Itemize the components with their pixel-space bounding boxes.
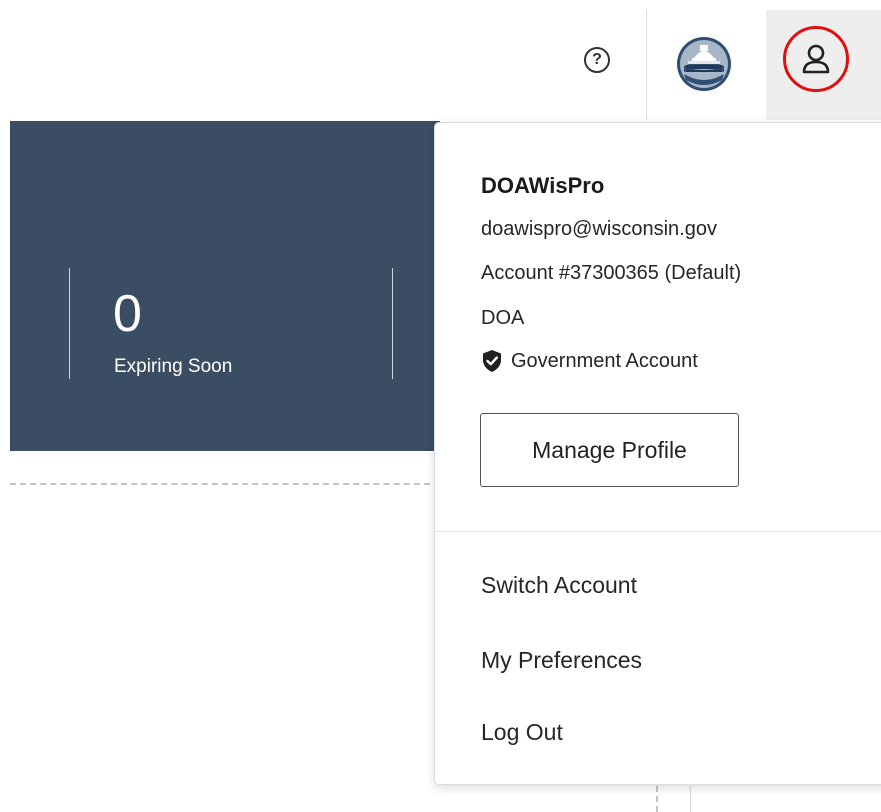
section-divider xyxy=(10,483,440,485)
account-type: Government Account xyxy=(481,349,698,373)
manage-profile-button[interactable]: Manage Profile xyxy=(480,413,739,487)
account-type-label: Government Account xyxy=(511,349,698,372)
user-icon xyxy=(802,44,830,74)
stat-divider-left xyxy=(69,268,70,379)
organization: DOA xyxy=(481,307,525,329)
profile-highlight-ring xyxy=(783,26,849,92)
profile-dropdown: DOAWisPro doawispro@wisconsin.gov Accoun… xyxy=(434,122,881,785)
top-header: ? xyxy=(0,0,881,120)
user-name: DOAWisPro xyxy=(481,173,605,198)
expiring-soon-label: Expiring Soon xyxy=(114,356,233,377)
expiring-soon-count: 0 xyxy=(113,285,142,343)
header-divider xyxy=(646,10,647,120)
menu-item-switch-account[interactable]: Switch Account xyxy=(481,572,637,599)
column-edge xyxy=(690,786,691,812)
help-symbol: ? xyxy=(592,51,602,68)
profile-menu-button[interactable] xyxy=(766,10,881,120)
menu-separator xyxy=(435,531,881,532)
shield-check-icon xyxy=(483,350,501,372)
agency-seal-icon[interactable] xyxy=(676,36,732,92)
dashed-divider-vertical xyxy=(656,786,658,812)
user-email: doawispro@wisconsin.gov xyxy=(481,218,717,240)
account-number: Account #37300365 (Default) xyxy=(481,262,742,284)
stat-divider-right xyxy=(392,268,393,379)
help-icon[interactable]: ? xyxy=(584,47,610,73)
menu-item-log-out[interactable]: Log Out xyxy=(481,719,563,746)
stats-panel: 0 Expiring Soon xyxy=(10,121,440,451)
page: ? 0 Expiring Soon DOAWisPro doawispro@wi… xyxy=(0,0,881,812)
menu-item-my-preferences[interactable]: My Preferences xyxy=(481,647,642,674)
